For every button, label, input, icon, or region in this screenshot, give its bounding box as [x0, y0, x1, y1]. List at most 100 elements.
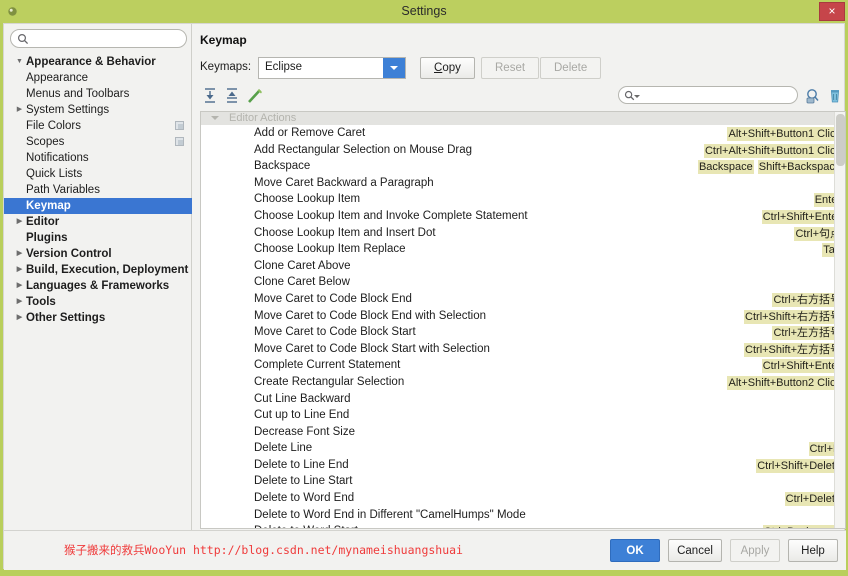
sidebar-item-menus-and-toolbars[interactable]: Menus and Toolbars: [4, 86, 192, 102]
page-title: Keymap: [200, 33, 247, 47]
sidebar-item-appearance-behavior[interactable]: ▼ Appearance & Behavior: [4, 54, 192, 70]
delete-button[interactable]: Delete: [540, 57, 602, 79]
sidebar-item-file-colors[interactable]: File Colors: [4, 118, 192, 134]
action-row[interactable]: Choose Lookup Item and Insert Dot Ctrl+句点: [201, 225, 845, 242]
sidebar-search-box[interactable]: [10, 29, 187, 48]
chevron-right-icon[interactable]: ▶: [15, 262, 24, 278]
action-row[interactable]: Choose Lookup Item Replace Tab: [201, 241, 845, 258]
sidebar-item-scopes[interactable]: Scopes: [4, 134, 192, 150]
action-name: Clone Caret Below: [254, 276, 350, 289]
close-icon[interactable]: ×: [819, 2, 845, 21]
action-row[interactable]: Create Rectangular Selection Alt+Shift+Bu…: [201, 374, 845, 391]
sidebar-item-path-variables[interactable]: Path Variables: [4, 182, 192, 198]
sidebar-item-keymap[interactable]: Keymap: [4, 198, 192, 214]
chevron-down-icon[interactable]: [211, 116, 219, 120]
action-name: Create Rectangular Selection: [254, 375, 405, 388]
find-actions-box[interactable]: [618, 86, 798, 104]
action-row[interactable]: Move Caret to Code Block Start with Sele…: [201, 341, 845, 358]
chevron-right-icon[interactable]: ▶: [15, 278, 24, 294]
help-button[interactable]: Help: [788, 539, 838, 562]
action-row[interactable]: Choose Lookup Item and Invoke Complete S…: [201, 208, 845, 225]
action-row[interactable]: Move Caret to Code Block Start Ctrl+左方括号: [201, 324, 845, 341]
sidebar-item-notifications[interactable]: Notifications: [4, 150, 192, 166]
keymap-select[interactable]: Eclipse: [258, 57, 406, 79]
sidebar-item-label: File Colors: [26, 120, 81, 132]
action-row[interactable]: Move Caret Backward a Paragraph: [201, 175, 845, 192]
action-row[interactable]: Cut Line Backward: [201, 391, 845, 408]
action-row[interactable]: Delete to Word Start Ctrl+Backspace: [201, 523, 845, 528]
sidebar-item-label: Path Variables: [26, 184, 100, 196]
sidebar-item-label: Editor: [26, 216, 60, 228]
actions-list[interactable]: Editor Actions Add or Remove Caret Alt+Sh…: [200, 111, 846, 529]
action-name: Choose Lookup Item and Invoke Complete S…: [254, 209, 528, 222]
search-input[interactable]: [32, 31, 182, 46]
reset-button[interactable]: Reset: [481, 57, 540, 79]
sidebar-item-languages-frameworks[interactable]: ▶ Languages & Frameworks: [4, 278, 192, 294]
action-row[interactable]: Complete Current Statement Ctrl+Shift+Ent…: [201, 357, 845, 374]
action-name: Decrease Font Size: [254, 425, 355, 438]
action-row[interactable]: Delete to Word End Ctrl+Delete: [201, 490, 845, 507]
action-row[interactable]: Move Caret to Code Block End Ctrl+右方括号: [201, 291, 845, 308]
sidebar-item-label: Tools: [26, 296, 56, 308]
sidebar-item-quick-lists[interactable]: Quick Lists: [4, 166, 192, 182]
action-row[interactable]: Delete to Line End Ctrl+Shift+Delete: [201, 457, 845, 474]
action-row[interactable]: Decrease Font Size: [201, 424, 845, 441]
list-scrollbar[interactable]: [834, 112, 845, 528]
action-row[interactable]: Clone Caret Above: [201, 258, 845, 275]
cancel-button[interactable]: Cancel: [668, 539, 722, 562]
chevron-down-icon[interactable]: [383, 58, 405, 78]
chevron-right-icon[interactable]: ▶: [15, 214, 24, 230]
shortcut-badge: Backspace: [697, 160, 754, 175]
shortcut-group: Alt+Shift+Button1 Click: [723, 126, 842, 141]
group-header-label: Editor Actions: [229, 112, 297, 124]
chevron-right-icon[interactable]: ▶: [15, 294, 24, 310]
shortcut-badge: Ctrl+左方括号: [772, 326, 842, 341]
group-header-editor-actions[interactable]: Editor Actions: [201, 112, 845, 125]
action-row[interactable]: Delete to Line Start: [201, 473, 845, 490]
action-row[interactable]: Delete to Word End in Different "CamelHu…: [201, 507, 845, 524]
sidebar-item-plugins[interactable]: Plugins: [4, 230, 192, 246]
expand-all-icon[interactable]: [200, 86, 222, 106]
action-row[interactable]: Backspace Backspace Shift+Backspace: [201, 158, 845, 175]
action-name: Cut Line Backward: [254, 392, 351, 405]
sidebar-item-label: Languages & Frameworks: [26, 280, 170, 292]
sidebar-item-label: Appearance & Behavior: [26, 56, 156, 68]
action-row[interactable]: Move Caret to Code Block End with Select…: [201, 308, 845, 325]
scrollbar-thumb[interactable]: [836, 114, 845, 166]
action-row[interactable]: Add or Remove Caret Alt+Shift+Button1 Cli…: [201, 125, 845, 142]
sidebar-item-system-settings[interactable]: ▶ System Settings: [4, 102, 192, 118]
sidebar-item-build-execution-deployment[interactable]: ▶ Build, Execution, Deployment: [4, 262, 192, 278]
collapse-all-icon[interactable]: [222, 86, 244, 106]
sidebar-item-tools[interactable]: ▶ Tools: [4, 294, 192, 310]
chevron-down-icon[interactable]: [634, 95, 640, 98]
action-row[interactable]: Delete Line Ctrl+D: [201, 440, 845, 457]
chevron-right-icon[interactable]: ▶: [15, 310, 24, 326]
sidebar-item-label: Scopes: [26, 136, 65, 148]
action-name: Backspace: [254, 160, 311, 173]
sidebar-item-version-control[interactable]: ▶ Version Control: [4, 246, 192, 262]
chevron-right-icon[interactable]: ▶: [15, 246, 24, 262]
find-by-shortcut-icon[interactable]: [804, 87, 822, 105]
edit-shortcut-icon[interactable]: [245, 86, 267, 106]
action-row[interactable]: Choose Lookup Item Enter: [201, 191, 845, 208]
action-name: Choose Lookup Item and Insert Dot: [254, 226, 436, 239]
chevron-right-icon[interactable]: ▶: [15, 102, 24, 118]
chevron-down-icon[interactable]: ▼: [15, 54, 24, 70]
settings-sidebar: ▼ Appearance & Behavior Appearance Menus an…: [4, 24, 192, 530]
shortcut-group: Ctrl+Shift+Enter: [758, 209, 842, 224]
shortcut-badge: Alt+Shift+Button1 Click: [727, 127, 842, 141]
shortcut-badge: Ctrl+Shift+右方括号: [744, 309, 842, 324]
apply-button[interactable]: Apply: [730, 539, 780, 562]
clear-filter-icon[interactable]: [827, 87, 843, 105]
copy-button[interactable]: Copy: [420, 57, 475, 79]
ok-button[interactable]: OK: [610, 539, 660, 562]
action-name: Delete to Word End: [254, 492, 355, 505]
find-input[interactable]: [641, 88, 791, 102]
sidebar-item-label: System Settings: [26, 104, 110, 116]
action-row[interactable]: Clone Caret Below: [201, 274, 845, 291]
action-row[interactable]: Cut up to Line End: [201, 407, 845, 424]
sidebar-item-appearance[interactable]: Appearance: [4, 70, 192, 86]
sidebar-item-other-settings[interactable]: ▶ Other Settings: [4, 310, 192, 326]
action-row[interactable]: Add Rectangular Selection on Mouse Drag C…: [201, 142, 845, 159]
sidebar-item-editor[interactable]: ▶ Editor: [4, 214, 192, 230]
